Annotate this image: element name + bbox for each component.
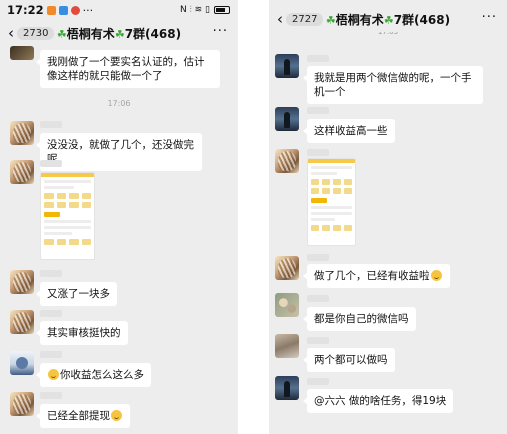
avatar[interactable] — [10, 310, 34, 334]
message-bubble: 这样收益高一些 — [303, 119, 395, 143]
message-bubble: 你收益怎么这么多 — [36, 363, 151, 387]
notification-icon — [46, 5, 56, 15]
signal-icons: N ⫶ ≋ ▯ — [179, 5, 210, 15]
avatar[interactable] — [275, 54, 299, 78]
sender-name — [40, 270, 62, 277]
avatar[interactable] — [10, 351, 34, 375]
avatar[interactable] — [10, 121, 34, 145]
divider-strip — [238, 0, 269, 434]
clover-icon: ☘ — [383, 13, 394, 27]
avatar[interactable] — [10, 270, 34, 294]
message-bubble: 两个都可以做吗 — [303, 348, 395, 372]
clover-icon: ☘ — [325, 13, 336, 27]
sender-name — [307, 378, 329, 385]
sender-name — [40, 160, 62, 167]
app-notification-icon — [58, 5, 68, 15]
laugh-emoji-icon — [111, 410, 122, 421]
sender-name — [307, 149, 329, 156]
unread-count-badge: 2727 — [286, 12, 324, 26]
more-menu-button[interactable]: ··· — [213, 24, 228, 39]
clover-icon: ☘ — [56, 27, 67, 41]
smile-emoji-icon — [48, 369, 59, 380]
message-bubble: @六六 做的啥任务，得19块 — [302, 389, 454, 413]
message-bubble: 做了几个，已经有收益啦 — [303, 264, 450, 288]
message-bubble: 又涨了一块多 — [36, 282, 117, 306]
message-bubble: 其实审核挺快的 — [36, 321, 128, 345]
sender-name — [40, 351, 62, 358]
avatar[interactable] — [275, 256, 299, 280]
sender-name — [307, 55, 329, 62]
status-bar: 17:22 ··· N ⫶ ≋ ▯ — [0, 0, 238, 20]
avatar[interactable] — [10, 46, 34, 60]
alert-icon — [70, 5, 80, 15]
message-timestamp: 17:06 — [107, 99, 131, 108]
chevron-left-icon: ‹ — [277, 9, 283, 28]
screenshot-image[interactable] — [307, 158, 356, 246]
chat-header: ‹ 2730 ☘梧桐有术☘7群(468) ··· — [0, 20, 238, 46]
avatar[interactable] — [275, 293, 299, 317]
chevron-left-icon: ‹ — [8, 23, 14, 42]
avatar[interactable] — [275, 149, 299, 173]
status-time: 17:22 — [7, 3, 44, 17]
avatar[interactable] — [10, 160, 34, 184]
avatar[interactable] — [10, 392, 34, 416]
clover-icon: ☘ — [114, 27, 125, 41]
sender-name — [40, 310, 62, 317]
back-button[interactable]: ‹ 2730 — [8, 23, 55, 42]
message-bubble: 都是你自己的微信吗 — [303, 307, 416, 331]
status-more: ··· — [82, 3, 94, 17]
unread-count-badge: 2730 — [17, 26, 55, 40]
back-button[interactable]: ‹ 2727 — [277, 9, 324, 28]
more-menu-button[interactable]: ··· — [482, 10, 497, 25]
message-bubble: 我就是用两个微信做的呢，一个手机一个 — [303, 66, 483, 104]
screenshot-image[interactable] — [40, 172, 95, 260]
avatar[interactable] — [275, 334, 299, 358]
sender-name — [307, 254, 329, 261]
message-bubble: 已经全部提现 — [36, 404, 130, 428]
chat-screen-left: 17:22 ··· N ⫶ ≋ ▯ ‹ 2730 ☘梧桐有术☘7群(468) ·… — [0, 0, 238, 434]
avatar[interactable] — [275, 376, 299, 400]
message-bubble: 我刚做了一个要实名认证的，估计像这样的就只能做一个了 — [36, 50, 220, 88]
sender-name — [40, 392, 62, 399]
battery-icon — [214, 6, 230, 14]
chat-screen-right: ‹ 2727 ☘梧桐有术☘7群(468) ··· 17:03 我就是用两个微信做… — [269, 0, 507, 434]
chat-header: ‹ 2727 ☘梧桐有术☘7群(468) ··· — [269, 6, 507, 32]
message-bubble: 没没没，就做了几个，还没做完呢 — [36, 133, 202, 171]
sender-name — [307, 107, 329, 114]
laugh-emoji-icon — [430, 270, 442, 281]
sender-name — [40, 121, 62, 128]
sender-name — [307, 337, 329, 344]
avatar[interactable] — [275, 107, 299, 131]
sender-name — [307, 295, 329, 302]
